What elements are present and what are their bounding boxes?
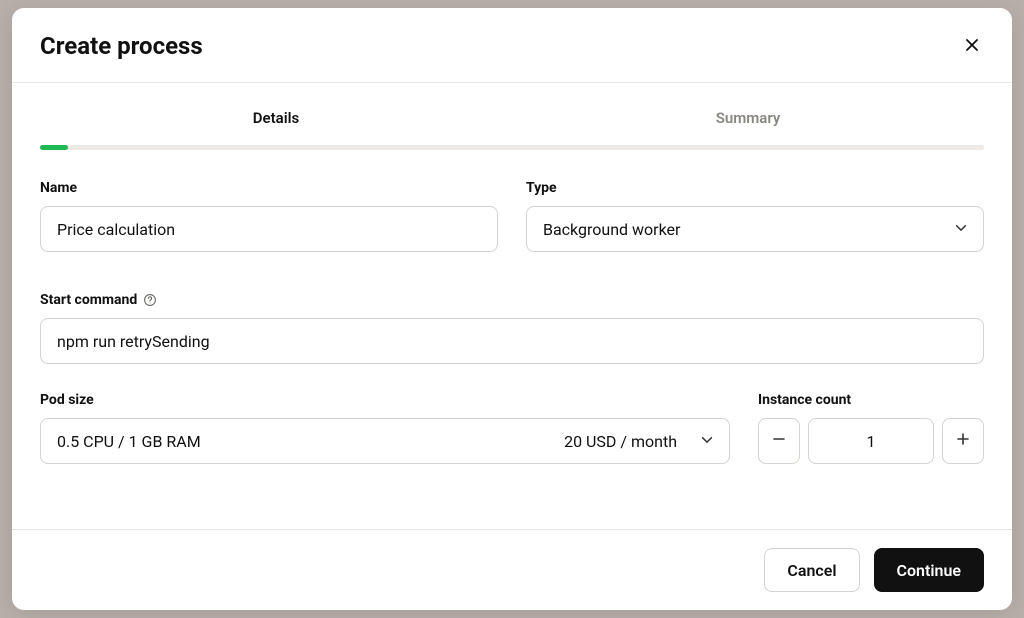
row-pod-instance: Pod size 0.5 CPU / 1 GB RAM 20 USD / mon… [40, 392, 984, 464]
type-value: Background worker [543, 220, 680, 239]
spacer [40, 252, 984, 292]
field-instance-count: Instance count [758, 392, 984, 464]
instance-count-stepper [758, 418, 984, 464]
field-start-command: Start command [40, 292, 984, 364]
help-icon[interactable] [143, 293, 157, 307]
modal-footer: Cancel Continue [12, 529, 1012, 610]
field-type: Type Background worker [526, 180, 984, 252]
continue-button[interactable]: Continue [874, 548, 984, 592]
minus-icon [771, 430, 787, 453]
type-label: Type [526, 180, 984, 196]
pod-size-label: Pod size [40, 392, 730, 408]
pod-size-select-wrap: 0.5 CPU / 1 GB RAM 20 USD / month [40, 418, 730, 464]
tab-summary[interactable]: Summary [512, 83, 984, 145]
start-command-label: Start command [40, 292, 984, 308]
plus-icon [955, 430, 971, 453]
progress-track [40, 145, 984, 150]
start-command-label-text: Start command [40, 292, 137, 308]
type-select[interactable]: Background worker [526, 206, 984, 252]
type-select-wrap: Background worker [526, 206, 984, 252]
pod-size-select[interactable]: 0.5 CPU / 1 GB RAM 20 USD / month [40, 418, 730, 464]
name-input[interactable] [40, 206, 498, 252]
tab-details[interactable]: Details [40, 83, 512, 145]
field-pod-size: Pod size 0.5 CPU / 1 GB RAM 20 USD / mon… [40, 392, 730, 464]
field-name: Name [40, 180, 498, 252]
increment-button[interactable] [942, 418, 984, 464]
pod-size-value: 0.5 CPU / 1 GB RAM [57, 432, 201, 451]
decrement-button[interactable] [758, 418, 800, 464]
close-button[interactable] [960, 34, 984, 58]
modal-header: Create process [12, 8, 1012, 83]
modal-title: Create process [40, 32, 203, 60]
form-body: Name Type Background worker [12, 150, 1012, 529]
instance-count-label: Instance count [758, 392, 984, 408]
close-icon [964, 37, 980, 56]
pod-size-price: 20 USD / month [564, 432, 677, 451]
tabs: Details Summary [40, 83, 984, 145]
row-name-type: Name Type Background worker [40, 180, 984, 252]
instance-count-input[interactable] [808, 418, 934, 464]
cancel-button[interactable]: Cancel [764, 548, 859, 592]
start-command-input[interactable] [40, 318, 984, 364]
create-process-modal: Create process Details Summary Name [12, 8, 1012, 610]
tabs-section: Details Summary [12, 83, 1012, 150]
name-label: Name [40, 180, 498, 196]
progress-fill [40, 145, 68, 150]
